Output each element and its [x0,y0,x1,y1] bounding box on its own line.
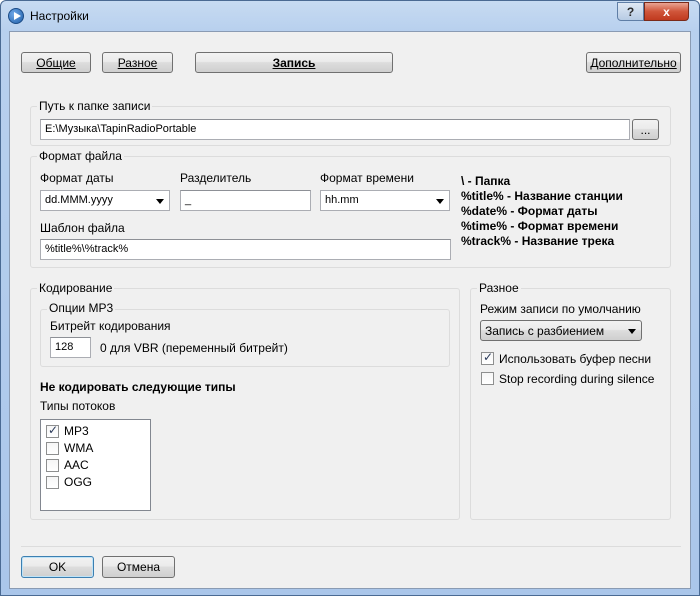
legend-folder: \ - Папка [461,174,511,188]
encoding-title: Кодирование [37,281,115,295]
separator-input[interactable]: _ [180,190,311,211]
stop-on-silence-label: Stop recording during silence [499,372,655,386]
tab-record[interactable]: Запись [195,52,393,73]
wma-checkbox[interactable] [46,442,59,455]
cancel-button[interactable]: Отмена [102,556,175,578]
legend-title: %title% - Название станции [461,189,623,203]
bitrate-input[interactable]: 128 [50,337,91,358]
mp3-options-title: Опции MP3 [47,301,116,315]
record-folder-title: Путь к папке записи [37,99,153,113]
stop-on-silence-checkbox[interactable] [481,372,494,385]
title-bar: Настройки ? x [1,1,699,31]
template-label: Шаблон файла [40,221,125,235]
dialog-client-area: Общие Разное Запись Дополнительно Путь к… [9,31,691,589]
window-title: Настройки [30,9,89,23]
date-format-label: Формат даты [40,171,114,185]
default-mode-label: Режим записи по умолчанию [480,302,641,316]
mp3-options-group [40,309,450,367]
chevron-down-icon [156,199,164,204]
app-play-icon [8,8,24,24]
default-mode-select[interactable]: Запись с разбиением [480,320,642,341]
ogg-label: OGG [64,475,93,489]
legend-track: %track% - Название трека [461,234,615,248]
separator-label: Разделитель [180,171,252,185]
use-song-buffer-checkbox[interactable] [481,350,494,365]
date-format-value: dd.MMM.yyyy [45,194,113,206]
tab-misc-label: Разное [117,55,158,70]
date-format-select[interactable]: dd.MMM.yyyy [40,190,170,211]
stream-types-list[interactable]: MP3 WMA AAC OGG [40,419,151,511]
file-format-title: Формат файла [37,149,124,163]
settings-window: Настройки ? x Общие Разное Запись Дополн… [0,0,700,596]
tab-advanced-label: Дополнительно [590,55,677,70]
tab-misc[interactable]: Разное [102,52,173,73]
tab-general-label: Общие [36,55,76,70]
default-mode-value: Запись с разбиением [485,324,605,338]
bitrate-hint: 0 для VBR (переменный битрейт) [100,341,288,355]
use-song-buffer-label: Использовать буфер песни [499,352,652,366]
ok-button[interactable]: OK [21,556,94,578]
misc-title: Разное [477,281,521,295]
legend-time: %time% - Формат времени [461,219,619,233]
wma-label: WMA [64,441,94,455]
chevron-down-icon [628,329,636,334]
aac-label: AAC [64,458,89,472]
stream-types-label: Типы потоков [40,399,116,413]
template-input[interactable]: %title%\%track% [40,239,451,260]
record-folder-input[interactable]: E:\Музыка\TapinRadioPortable [40,119,630,140]
tab-advanced[interactable]: Дополнительно [586,52,681,73]
no-encode-title: Не кодировать следующие типы [40,380,236,394]
aac-checkbox[interactable] [46,459,59,472]
close-button[interactable]: x [644,2,689,21]
tab-general[interactable]: Общие [21,52,91,73]
time-format-value: hh.mm [325,194,359,206]
legend-date: %date% - Формат даты [461,204,598,218]
time-format-select[interactable]: hh.mm [320,190,450,211]
mp3-checkbox[interactable] [46,423,59,438]
close-icon: x [663,4,670,19]
bitrate-label: Битрейт кодирования [50,319,171,333]
help-button[interactable]: ? [617,2,644,21]
browse-folder-button[interactable]: ... [632,119,659,140]
ogg-checkbox[interactable] [46,476,59,489]
time-format-label: Формат времени [320,171,414,185]
tab-record-label: Запись [272,55,316,70]
chevron-down-icon [436,199,444,204]
footer-separator [21,546,681,547]
mp3-label: MP3 [64,424,89,438]
